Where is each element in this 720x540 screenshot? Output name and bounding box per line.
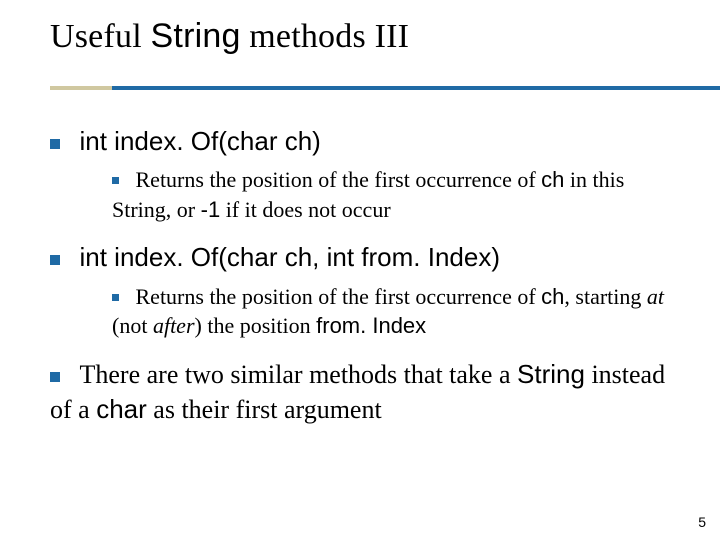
text: Returns the position of the first occurr… — [136, 284, 542, 309]
square-bullet-icon — [50, 372, 60, 382]
text: if it does not occur — [220, 197, 390, 222]
text: , starting — [564, 284, 647, 309]
inline-code: -1 — [201, 197, 221, 222]
bullet-1: int index. Of(char ch) — [50, 124, 670, 159]
slide-title: Useful String methods III — [50, 16, 670, 58]
title-text-1: Useful — [50, 18, 151, 55]
inline-code: char — [96, 394, 147, 424]
bullet-2: int index. Of(char ch, int from. Index) — [50, 240, 670, 275]
inline-code: ch — [541, 167, 564, 192]
bullet-1-code: int index. Of(char ch) — [80, 126, 321, 156]
square-bullet-icon — [50, 139, 60, 149]
italic: after — [153, 313, 195, 338]
square-bullet-icon — [50, 255, 60, 265]
title-underline-icon — [50, 86, 720, 90]
italic: at — [647, 284, 664, 309]
bullet-3: There are two similar methods that take … — [50, 357, 670, 427]
bullet-1-sub: Returns the position of the first occurr… — [112, 165, 670, 224]
text: There are two similar methods that take … — [80, 360, 518, 389]
bullet-2-sub: Returns the position of the first occurr… — [112, 282, 670, 341]
title-block: Useful String methods III — [50, 16, 670, 58]
inline-code: ch — [541, 284, 564, 309]
title-text-2: methods III — [241, 18, 410, 55]
bullet-2-code: int index. Of(char ch, int from. Index) — [80, 242, 501, 272]
title-code: String — [151, 17, 241, 55]
text: Returns the position of the first occurr… — [136, 167, 542, 192]
slide: Useful String methods III int index. Of(… — [0, 0, 720, 540]
inline-code: String — [517, 359, 585, 389]
inline-code: from. Index — [316, 313, 426, 338]
text: as their first argument — [147, 395, 382, 424]
square-bullet-icon — [112, 294, 119, 301]
text: ) the position — [195, 313, 317, 338]
text: (not — [112, 313, 153, 338]
content: int index. Of(char ch) Returns the posit… — [50, 110, 670, 433]
page-number: 5 — [698, 514, 706, 530]
square-bullet-icon — [112, 177, 119, 184]
